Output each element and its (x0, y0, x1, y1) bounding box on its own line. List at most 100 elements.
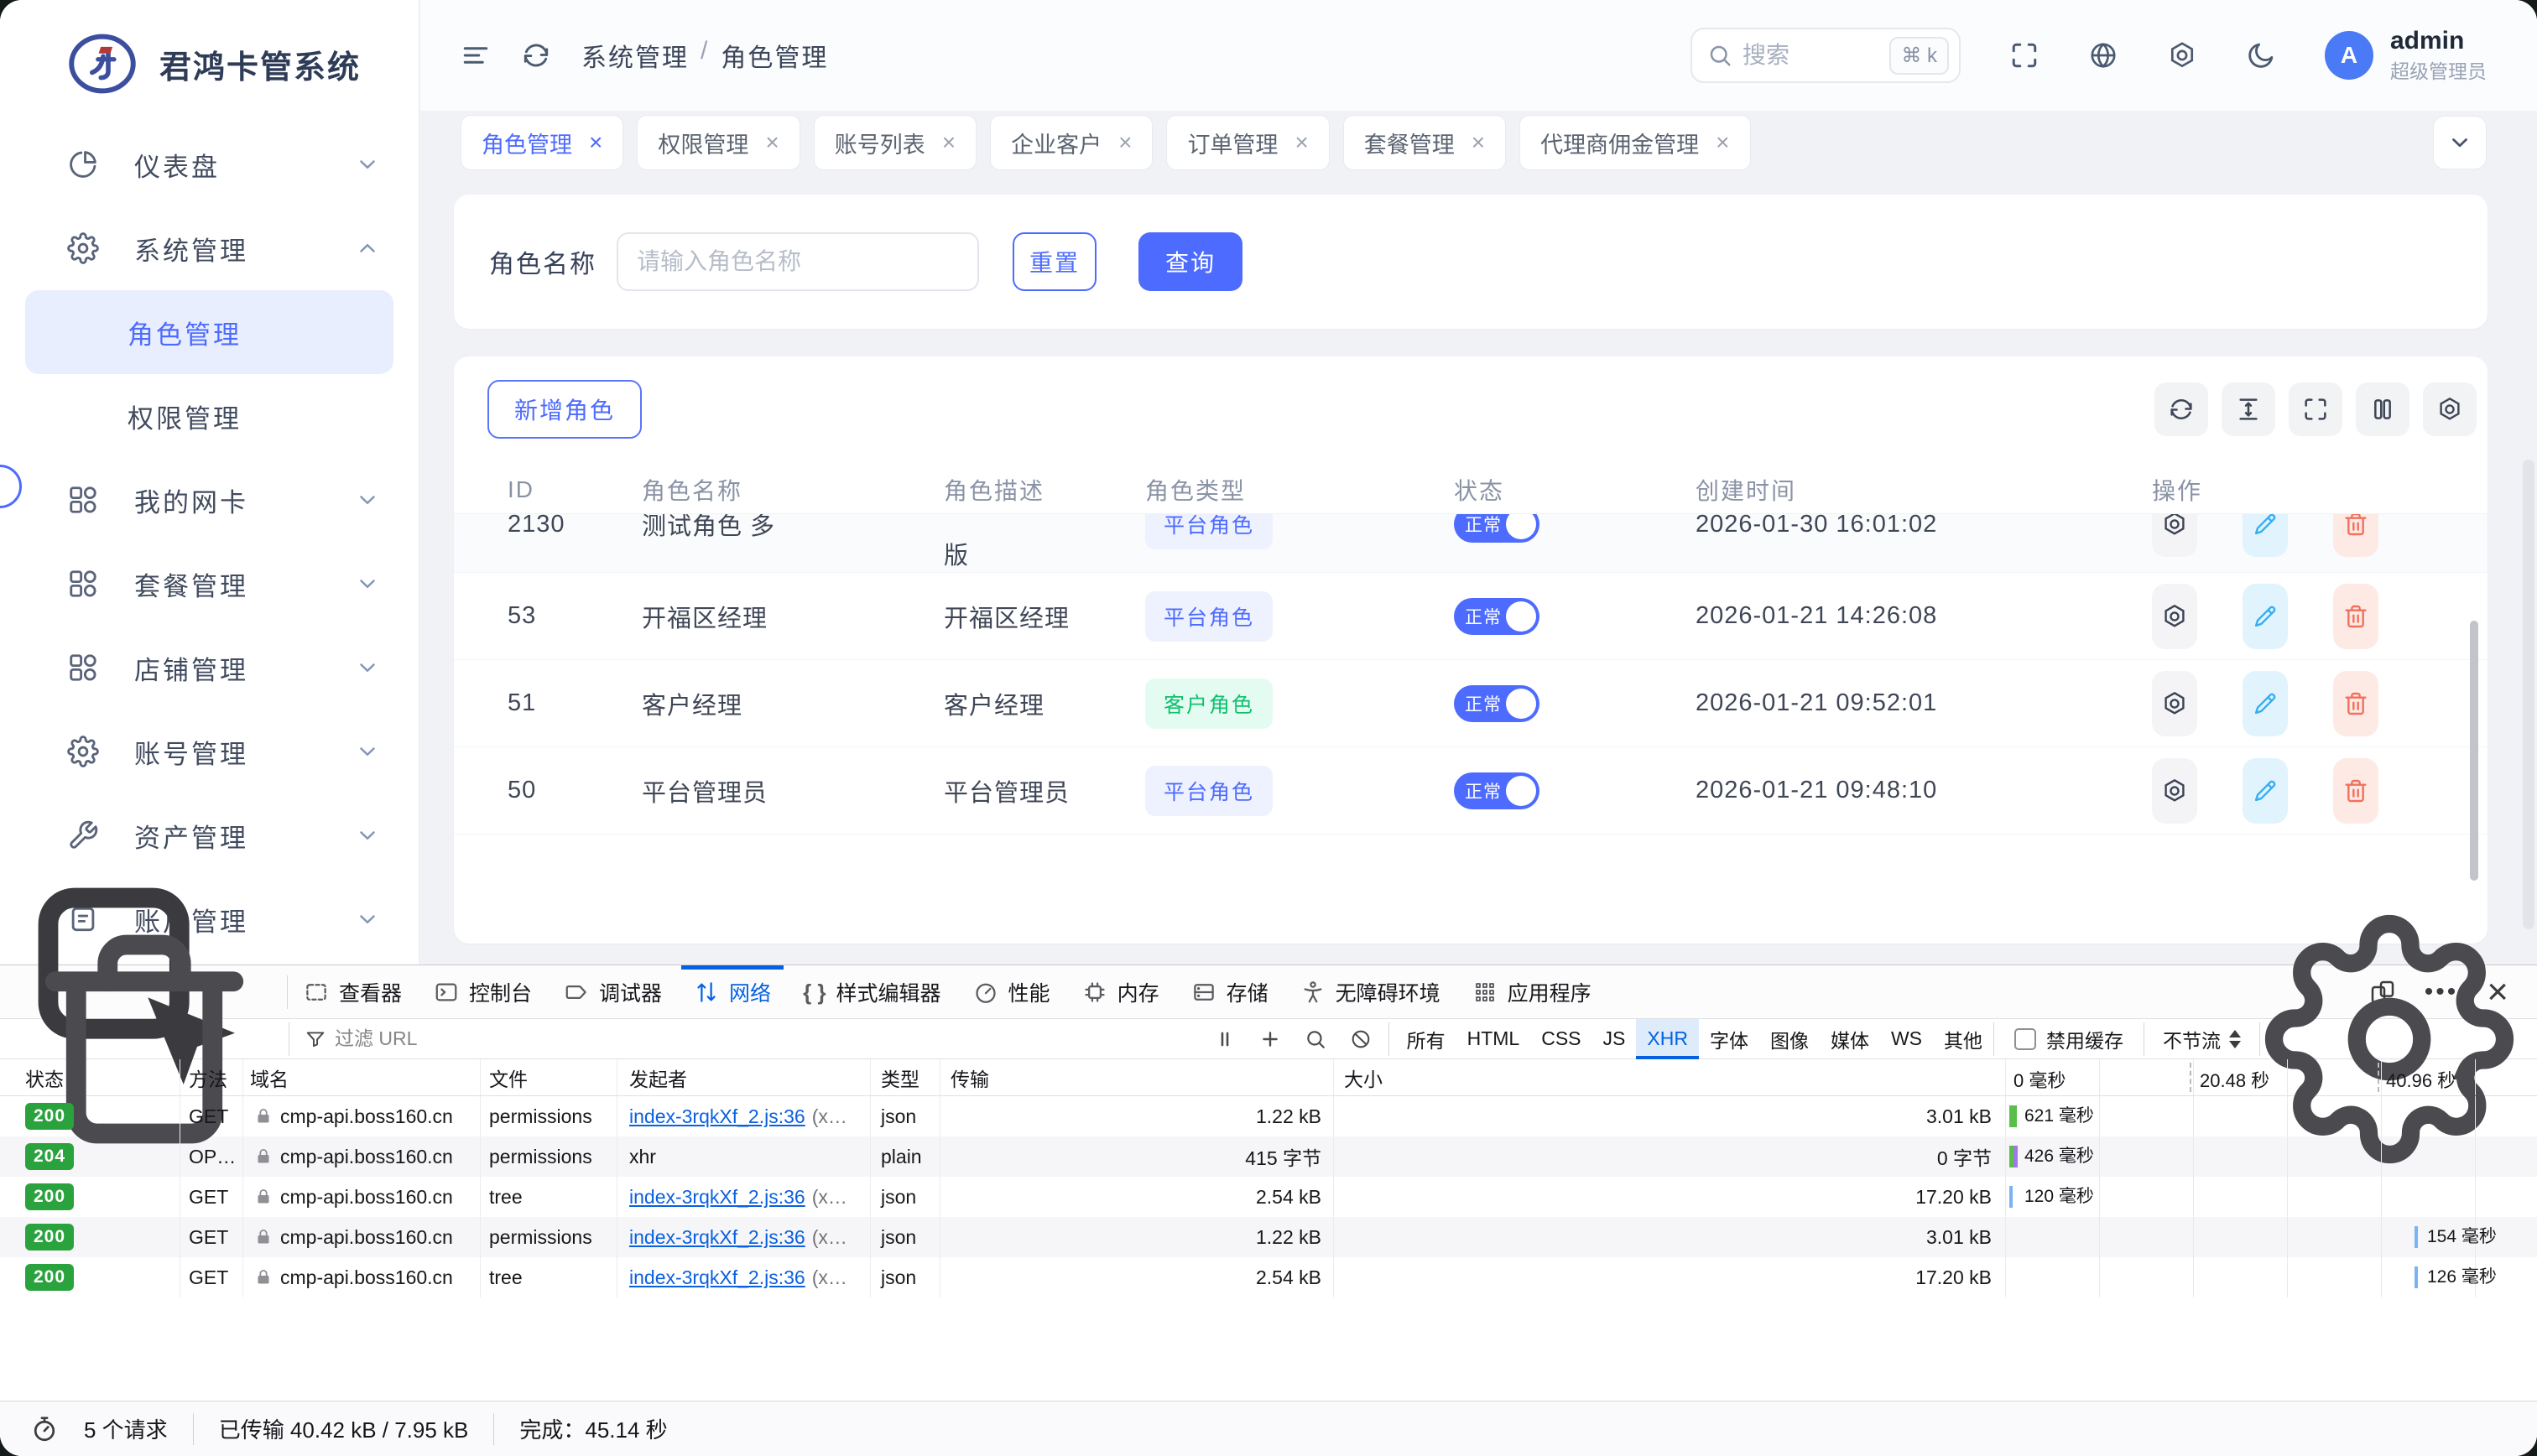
sidebar-subitem-权限管理[interactable]: 权限管理 (25, 374, 393, 458)
search-input[interactable] (1743, 42, 1843, 69)
net-col-file[interactable]: 文件 (489, 1063, 528, 1092)
network-request-row[interactable]: 200 GET cmp-api.boss160.cn permissions i… (0, 1096, 2537, 1136)
devtools-tab-无障碍环境[interactable]: 无障碍环境 (1284, 965, 1456, 1019)
pause-icon[interactable] (1214, 1028, 1236, 1050)
columns-button[interactable] (2356, 382, 2409, 436)
sidebar-item-账号管理[interactable]: 账号管理 (0, 710, 419, 793)
tab-权限管理[interactable]: 权限管理× (637, 115, 800, 170)
user-menu[interactable]: A admin 超级管理员 (2325, 27, 2487, 85)
table-refresh-button[interactable] (2154, 382, 2208, 436)
close-icon[interactable]: × (589, 129, 602, 156)
status-toggle[interactable]: 正常 (1454, 772, 1539, 809)
url-filter-input[interactable] (335, 1027, 670, 1050)
breadcrumb-parent[interactable]: 系统管理 (581, 37, 689, 74)
network-request-row[interactable]: 200 GET cmp-api.boss160.cn permissions i… (0, 1217, 2537, 1257)
devtools-tab-控制台[interactable]: 控制台 (418, 965, 548, 1019)
edit-button[interactable] (2243, 758, 2288, 824)
devtools-tab-性能[interactable]: 性能 (957, 965, 1066, 1019)
refresh-icon[interactable] (521, 40, 551, 70)
table-row[interactable]: 51 客户经理 客户经理 客户角色 正常 2026-01-21 09:52:01 (454, 660, 2488, 747)
menu-toggle-icon[interactable] (461, 40, 491, 70)
settings-icon[interactable] (2167, 40, 2197, 70)
block-icon[interactable] (1350, 1028, 1372, 1050)
page-scrollbar-track[interactable] (2523, 460, 2534, 929)
net-col-transferred[interactable]: 传输 (951, 1063, 989, 1092)
sidebar-item-资产管理[interactable]: 资产管理 (0, 793, 419, 877)
filter-chip-所有[interactable]: 所有 (1396, 1019, 1456, 1059)
devtools-tab-调试器[interactable]: 调试器 (548, 965, 678, 1019)
delete-button[interactable] (2333, 758, 2378, 824)
add-role-button[interactable]: 新增角色 (487, 380, 642, 439)
net-col-method[interactable]: 方法 (189, 1063, 227, 1092)
reset-button[interactable]: 重置 (1013, 232, 1097, 291)
initiator-link[interactable]: index-3rqkXf_2.js:36 (629, 1186, 805, 1209)
initiator-link[interactable]: index-3rqkXf_2.js:36 (629, 1226, 805, 1249)
devtools-tab-样式编辑器[interactable]: { }样式编辑器 (787, 965, 956, 1019)
avatar[interactable]: A (2325, 31, 2373, 80)
delete-button[interactable] (2333, 671, 2378, 736)
filter-chip-媒体[interactable]: 媒体 (1820, 1019, 1880, 1059)
filter-chip-CSS[interactable]: CSS (1530, 1019, 1591, 1059)
view-permissions-button[interactable] (2152, 514, 2197, 557)
close-icon[interactable]: × (942, 129, 956, 156)
role-name-input[interactable] (617, 232, 979, 291)
sidebar-item-套餐管理[interactable]: 套餐管理 (0, 542, 419, 626)
net-col-status[interactable]: 状态 (25, 1063, 64, 1092)
tab-企业客户[interactable]: 企业客户× (990, 115, 1153, 170)
close-icon[interactable]: × (1716, 129, 1729, 156)
sidebar-item-系统管理[interactable]: 系统管理 (0, 206, 419, 290)
tab-账号列表[interactable]: 账号列表× (814, 115, 977, 170)
row-height-button[interactable] (2222, 382, 2275, 436)
devtools-tab-网络[interactable]: 网络 (678, 965, 787, 1019)
tab-代理商佣金管理[interactable]: 代理商佣金管理× (1519, 115, 1750, 170)
edit-button[interactable] (2243, 514, 2288, 557)
devtools-tab-应用程序[interactable]: 应用程序 (1456, 965, 1607, 1019)
filter-chip-字体[interactable]: 字体 (1699, 1019, 1759, 1059)
throttle-select[interactable]: 不节流 (2144, 1025, 2259, 1053)
devtools-tab-查看器[interactable]: 查看器 (288, 965, 418, 1019)
filter-chip-JS[interactable]: JS (1592, 1019, 1637, 1059)
query-button[interactable]: 查询 (1138, 232, 1242, 291)
devtools-tab-内存[interactable]: 内存 (1066, 965, 1175, 1019)
table-settings-button[interactable] (2423, 382, 2477, 436)
close-icon[interactable]: × (1295, 129, 1308, 156)
table-row[interactable]: 50 平台管理员 平台管理员 平台角色 正常 2026-01-21 09:48:… (454, 747, 2488, 835)
tab-订单管理[interactable]: 订单管理× (1166, 115, 1329, 170)
network-request-row[interactable]: 200 GET cmp-api.boss160.cn tree index-3r… (0, 1257, 2537, 1297)
filter-chip-XHR[interactable]: XHR (1636, 1019, 1699, 1059)
net-col-size[interactable]: 大小 (1344, 1063, 1383, 1092)
status-toggle[interactable]: 正常 (1454, 598, 1539, 635)
dark-mode-moon-icon[interactable] (2246, 40, 2276, 70)
tab-overflow-button[interactable] (2433, 116, 2487, 169)
view-permissions-button[interactable] (2152, 758, 2197, 824)
initiator-link[interactable]: index-3rqkXf_2.js:36 (629, 1105, 805, 1128)
delete-button[interactable] (2333, 584, 2378, 649)
network-request-row[interactable]: 204 OP… cmp-api.boss160.cn permissions x… (0, 1136, 2537, 1177)
devtools-tab-存储[interactable]: 存储 (1175, 965, 1284, 1019)
sidebar-item-仪表盘[interactable]: 仪表盘 (0, 122, 419, 206)
sidebar-item-店铺管理[interactable]: 店铺管理 (0, 626, 419, 710)
disable-cache-checkbox[interactable] (2014, 1028, 2036, 1050)
fullscreen-icon[interactable] (2009, 40, 2039, 70)
table-fullscreen-button[interactable] (2289, 382, 2342, 436)
status-toggle[interactable]: 正常 (1454, 514, 1539, 543)
sidebar-subitem-角色管理[interactable]: 角色管理 (25, 290, 393, 374)
tab-套餐管理[interactable]: 套餐管理× (1343, 115, 1506, 170)
net-col-domain[interactable]: 域名 (250, 1063, 289, 1092)
status-toggle[interactable]: 正常 (1454, 685, 1539, 722)
new-request-icon[interactable] (1259, 1028, 1281, 1050)
network-request-row[interactable]: 200 GET cmp-api.boss160.cn tree index-3r… (0, 1177, 2537, 1217)
sidebar-item-我的网卡[interactable]: 我的网卡 (0, 458, 419, 542)
filter-chip-WS[interactable]: WS (1880, 1019, 1933, 1059)
search-icon[interactable] (1305, 1028, 1326, 1050)
filter-chip-其他[interactable]: 其他 (1933, 1019, 1993, 1059)
close-icon[interactable]: × (765, 129, 779, 156)
table-row[interactable]: 2130 测试角色 多 版 平台角色 正常 2026-01-30 16:01:0… (454, 514, 2488, 573)
initiator-link[interactable]: index-3rqkXf_2.js:36 (629, 1266, 805, 1289)
language-globe-icon[interactable] (2088, 40, 2118, 70)
delete-button[interactable] (2333, 514, 2378, 557)
tab-角色管理[interactable]: 角色管理× (461, 115, 623, 170)
close-icon[interactable]: × (1472, 129, 1485, 156)
close-icon[interactable]: × (1118, 129, 1132, 156)
filter-chip-图像[interactable]: 图像 (1759, 1019, 1820, 1059)
